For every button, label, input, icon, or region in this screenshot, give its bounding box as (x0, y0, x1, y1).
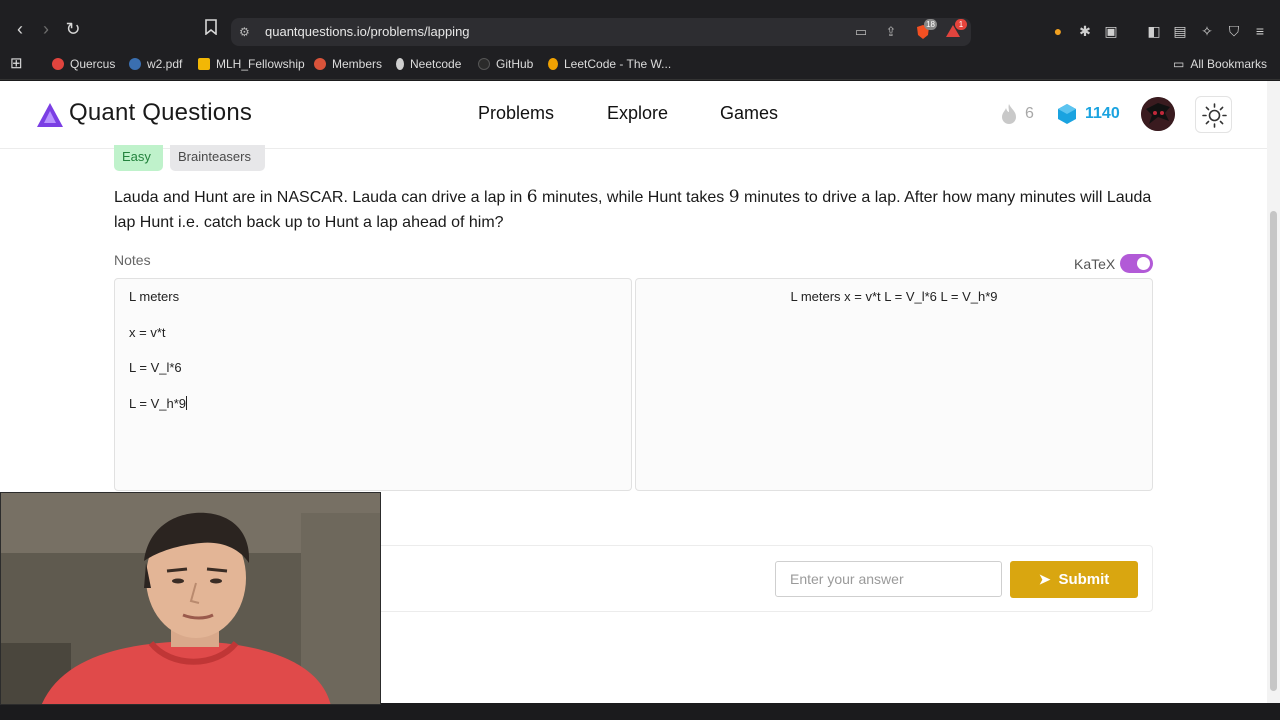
answer-input[interactable] (775, 561, 1002, 597)
brand-logo-icon[interactable] (36, 102, 64, 128)
user-avatar[interactable] (1141, 97, 1175, 131)
gem-count: 1140 (1085, 105, 1120, 122)
folder-icon: ▭ (1173, 57, 1185, 71)
toggle-knob (1137, 257, 1150, 270)
url-text: quantquestions.io/problems/lapping (265, 24, 470, 39)
pdf-favicon-icon (129, 58, 141, 70)
notes-line: x = v*t (129, 324, 166, 340)
brave-shields-icon[interactable]: 18 (915, 19, 937, 40)
bookmark-members[interactable]: Members (314, 56, 382, 72)
notes-line-last: L = V_h*9 (129, 395, 617, 432)
katex-preview-text: L meters x = v*t L = V_l*6 L = V_h*9 (790, 289, 998, 304)
notes-line: L meters (129, 289, 180, 304)
bookmark-page-icon[interactable] (200, 18, 222, 40)
text-caret (185, 395, 187, 410)
streak-flame-icon (1002, 104, 1016, 124)
bookmark-label: GitHub (496, 57, 534, 71)
sidebar-toggle-icon[interactable]: ◧ (1145, 22, 1163, 40)
vpn-shield-icon[interactable]: ⛉ (1225, 22, 1243, 40)
mlh-favicon-icon (198, 58, 210, 70)
bookmark-label: w2.pdf (147, 57, 183, 71)
bookmark-quercus[interactable]: Quercus (52, 56, 115, 72)
bookmark-label: Quercus (70, 57, 116, 71)
neetcode-favicon-icon (396, 58, 404, 70)
bookmark-label: Neetcode (410, 57, 462, 71)
problem-number: 6 (526, 187, 538, 207)
notes-line: L = V_l*6 (129, 360, 182, 375)
nav-problems[interactable]: Problems (478, 103, 554, 124)
address-bar[interactable]: ⚙ quantquestions.io/problems/lapping ▭ ⇪… (231, 18, 971, 46)
problem-text: minutes, while Hunt takes (537, 189, 729, 206)
reload-icon[interactable]: ↻ (62, 18, 84, 40)
window-bottom-edge (0, 703, 1280, 720)
katex-toggle[interactable] (1120, 254, 1153, 273)
page-scrollbar[interactable] (1267, 81, 1280, 703)
menu-icon[interactable]: ≡ (1251, 22, 1269, 40)
forward-icon[interactable]: › (35, 18, 57, 40)
bookmark-label: LeetCode - The W... (564, 57, 672, 71)
notes-line-text: L = V_h*9 (129, 395, 186, 411)
katex-label: KaTeX (1074, 256, 1116, 272)
back-icon[interactable]: ‹ (9, 18, 31, 40)
bookmark-neetcode[interactable]: Neetcode (396, 56, 461, 72)
nav-explore[interactable]: Explore (607, 103, 668, 124)
brave-rewards-icon[interactable]: 1 (945, 19, 967, 40)
streak-count: 6 (1025, 105, 1034, 122)
notes-preview: L meters x = v*t L = V_l*6 L = V_h*9 (635, 278, 1153, 491)
scroll-thumb[interactable] (1270, 211, 1277, 691)
bookmarks-bar: ⊞ Quercus w2.pdf MLH_Fellowship Members … (0, 48, 1280, 80)
rewards-count-badge: 1 (955, 19, 967, 30)
members-favicon-icon (314, 58, 326, 70)
brave-count-badge: 18 (924, 19, 937, 30)
bookmark-label: MLH_Fellowship (216, 57, 305, 71)
send-icon: ➤ (1038, 571, 1051, 587)
lock-extension-icon[interactable]: ● (1049, 22, 1067, 40)
nav-games[interactable]: Games (720, 103, 778, 124)
category-tag[interactable]: Brainteasers (170, 145, 265, 171)
apps-grid-icon[interactable]: ⊞ (10, 56, 23, 72)
wallet-icon[interactable]: ▤ (1171, 22, 1189, 40)
problem-text: Lauda and Hunt are in NASCAR. Lauda can … (114, 189, 527, 206)
bookmark-leetcode[interactable]: LeetCode - The W... (548, 56, 671, 72)
notes-label: Notes (114, 252, 151, 268)
browser-toolbar: ‹ › ↻ ⚙ quantquestions.io/problems/lappi… (0, 0, 1280, 48)
github-favicon-icon (478, 58, 490, 70)
problem-number: 9 (728, 187, 740, 207)
brand-name[interactable]: Quant Questions (69, 99, 252, 127)
bookmark-mlh-fellowship[interactable]: MLH_Fellowship (198, 56, 305, 72)
theme-toggle-button[interactable] (1195, 96, 1232, 133)
all-bookmarks-label: All Bookmarks (1190, 57, 1268, 71)
screenshot-extension-icon[interactable]: ▣ (1102, 22, 1120, 40)
submit-button[interactable]: ➤ Submit (1010, 561, 1138, 598)
notes-editor[interactable]: L meters x = v*t L = V_l*6 L = V_h*9 (114, 278, 632, 491)
sun-icon (1202, 103, 1227, 128)
site-header: Quant Questions Problems Explore Games 6… (0, 81, 1267, 149)
gem-icon (1058, 104, 1076, 124)
bookmark-label: Members (332, 57, 383, 71)
all-bookmarks-folder[interactable]: ▭ All Bookmarks (1173, 56, 1267, 72)
problem-statement: Lauda and Hunt are in NASCAR. Lauda can … (114, 185, 1159, 235)
submit-label: Submit (1058, 571, 1110, 588)
webcam-overlay (0, 492, 381, 705)
quercus-favicon-icon (52, 58, 64, 70)
webcam-person-image (1, 493, 380, 704)
bookmark-w2-pdf[interactable]: w2.pdf (129, 56, 182, 72)
leo-ai-icon[interactable]: ✧ (1198, 22, 1216, 40)
bookmark-github[interactable]: GitHub (478, 56, 533, 72)
share-icon[interactable]: ⇪ (883, 24, 899, 40)
site-settings-icon[interactable]: ⚙ (239, 24, 255, 40)
difficulty-tag: Easy (114, 145, 163, 171)
leetcode-favicon-icon (548, 58, 558, 70)
extensions-icon[interactable]: ✱ (1076, 22, 1094, 40)
cast-icon[interactable]: ▭ (853, 24, 869, 40)
